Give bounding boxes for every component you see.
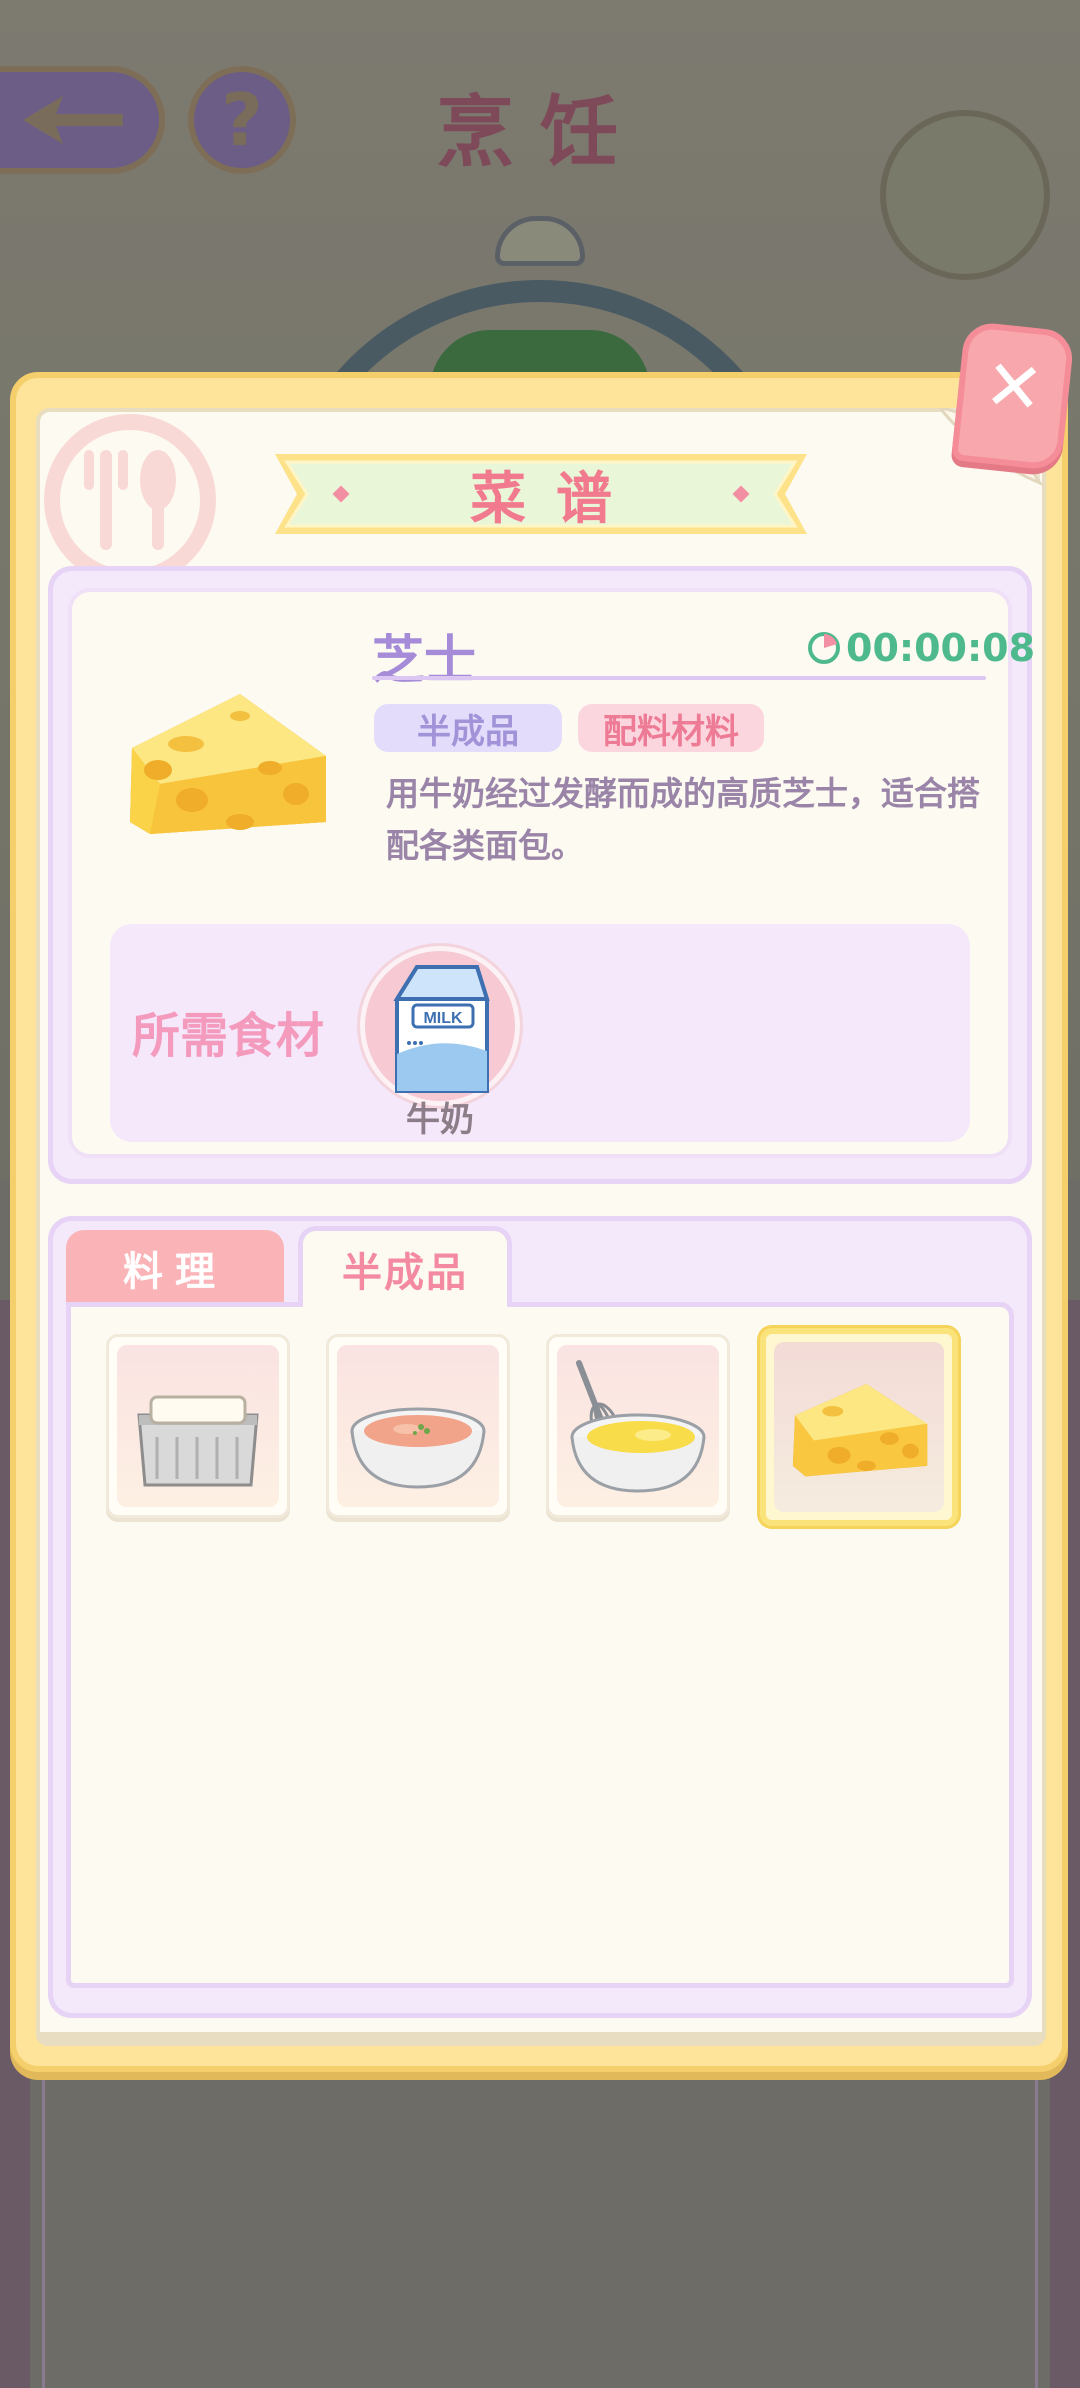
teapot-icon: [880, 110, 1050, 280]
craft-timer: 00:00:08: [806, 626, 1035, 670]
name-divider: [372, 676, 986, 680]
item-description: 用牛奶经过发酵而成的高质芝士，适合搭配各类面包。: [386, 774, 980, 865]
tag-ingredient-material: 配料材料: [578, 704, 764, 752]
back-arrow-icon: [22, 96, 123, 144]
whisked-egg-bowl-icon: [570, 1360, 706, 1493]
recipe-slot-tofu[interactable]: [106, 1334, 290, 1518]
help-icon: ?: [221, 78, 263, 162]
ingredient-name: 牛奶: [406, 1100, 474, 1140]
tab-semi-finished[interactable]: 半成品: [298, 1226, 512, 1306]
cheese-icon: [792, 1383, 928, 1477]
back-button[interactable]: [0, 66, 165, 174]
page-title: 烹饪: [435, 88, 644, 178]
recipe-slot-whisked-egg[interactable]: [546, 1334, 730, 1518]
cheese-icon: [130, 694, 326, 834]
svg-text:MILK: MILK: [423, 1010, 463, 1027]
close-icon: ✕: [980, 343, 1048, 431]
ingredient-milk[interactable]: MILK: [360, 946, 520, 1106]
help-button[interactable]: ?: [188, 66, 296, 174]
popup-bottom-edge: [36, 2032, 1046, 2046]
ingredients-label: 所需食材: [132, 1008, 325, 1064]
recipe-slot-cheese-selected[interactable]: [760, 1328, 958, 1526]
tab-connector: [303, 1300, 507, 1312]
timer-value: 00:00:08: [846, 626, 1036, 670]
recipe-slot-salmon[interactable]: [326, 1334, 510, 1518]
tab-cooking[interactable]: 料理: [66, 1230, 284, 1306]
milk-carton-icon: MILK: [393, 965, 490, 1093]
tag-semi-finished: 半成品: [374, 704, 562, 752]
title-ribbon: 菜谱: [275, 448, 807, 540]
tofu-container-icon: [137, 1395, 259, 1487]
item-name: 芝士: [372, 631, 477, 691]
popup-title: 菜谱: [470, 466, 642, 532]
background-frame: [42, 2020, 1038, 2388]
fork-spoon-deco-icon: [44, 414, 216, 586]
close-button[interactable]: ✕: [950, 320, 1076, 472]
salmon-bowl-icon: [350, 1407, 486, 1489]
clock-icon: [808, 632, 840, 664]
